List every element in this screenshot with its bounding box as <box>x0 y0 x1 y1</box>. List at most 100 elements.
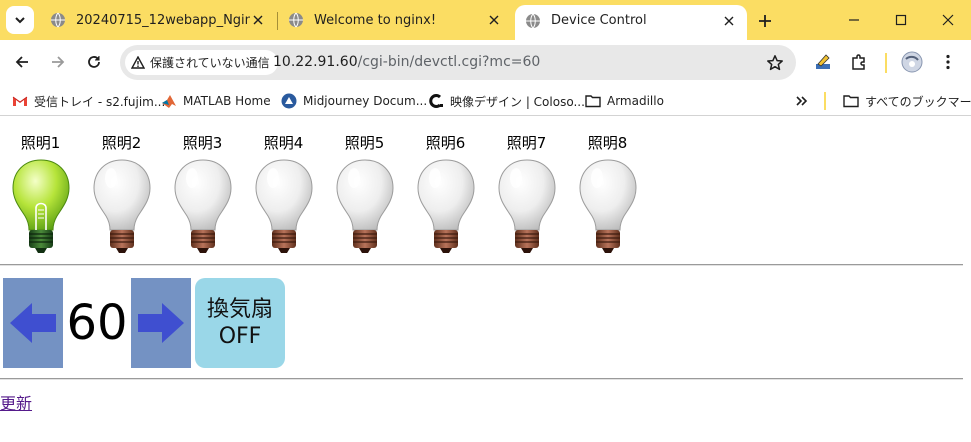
arrow-right-icon <box>138 303 184 343</box>
chevron-down-icon <box>15 17 25 24</box>
minimize-icon <box>849 19 859 21</box>
bookmark-label: 映像デザイン | Coloso... <box>450 94 585 109</box>
close-icon <box>942 14 954 26</box>
coloso-icon <box>428 93 444 109</box>
close-icon[interactable] <box>486 12 502 28</box>
counter-value: 60 <box>66 295 128 351</box>
maximize-button[interactable] <box>878 0 924 40</box>
bookmark-matlab[interactable]: MATLAB Home <box>161 92 271 110</box>
arrow-left-icon <box>15 56 28 68</box>
security-chip[interactable]: 保護されていない通信 <box>125 50 278 75</box>
lightbulb-off-icon[interactable] <box>496 158 558 256</box>
forward-button[interactable] <box>44 48 72 76</box>
lights-panel: 照明1 照明2 照明3 照明4 照明5 照明6 照明7 照明8 <box>0 122 971 262</box>
lightbulb-off-icon[interactable] <box>334 158 396 256</box>
arrow-right-icon <box>52 56 65 68</box>
minimize-button[interactable] <box>831 0 877 40</box>
lightbulb-off-icon[interactable] <box>577 158 639 256</box>
url-text[interactable]: 10.22.91.60/cgi-bin/devctl.cgi?mc=60 <box>273 54 540 70</box>
tab-title: Welcome to nginx! <box>314 12 437 28</box>
light-2[interactable]: 照明2 <box>81 122 162 262</box>
midjourney-icon <box>281 93 297 109</box>
url-host: 10.22.91.60 <box>273 54 358 70</box>
tab-title: 20240715_12webapp_Nginx <box>76 12 250 28</box>
arrow-left-icon <box>10 303 56 343</box>
profile-button[interactable] <box>899 49 925 75</box>
bookmark-label: MATLAB Home <box>183 94 271 108</box>
tab-strip: 20240715_12webapp_Nginx Welcome to nginx… <box>0 0 971 40</box>
lightbulb-off-icon[interactable] <box>91 158 153 256</box>
increment-button[interactable] <box>131 278 191 368</box>
back-button[interactable] <box>8 48 36 76</box>
lightbulb-on-icon[interactable] <box>10 158 72 256</box>
light-7[interactable]: 照明7 <box>486 122 567 262</box>
pencil-extension-icon <box>816 54 830 69</box>
matlab-icon <box>161 93 177 109</box>
folder-icon <box>843 93 859 109</box>
gmail-icon <box>12 93 28 109</box>
bookmark-star-button[interactable] <box>764 52 786 74</box>
light-label: 照明8 <box>587 134 628 152</box>
plus-icon <box>759 15 771 27</box>
light-label: 照明1 <box>20 134 61 152</box>
reload-button[interactable] <box>80 48 108 76</box>
new-tab-button[interactable] <box>752 8 778 34</box>
bookmarks-overflow-button[interactable] <box>795 92 809 110</box>
maximize-icon <box>895 14 907 26</box>
warning-icon <box>131 56 145 69</box>
toolbar-divider <box>885 53 887 73</box>
bookmark-label: Midjourney Docum... <box>303 94 428 108</box>
lightbulb-off-icon[interactable] <box>253 158 315 256</box>
tab-title: Device Control <box>551 13 647 28</box>
lightbulb-off-icon[interactable] <box>172 158 234 256</box>
light-label: 照明2 <box>101 134 142 152</box>
globe-icon <box>526 13 540 28</box>
tab-1[interactable]: Welcome to nginx! <box>278 6 512 34</box>
light-6[interactable]: 照明6 <box>405 122 486 262</box>
decrement-button[interactable] <box>3 278 63 368</box>
extension-button[interactable] <box>810 49 836 75</box>
light-label: 照明4 <box>263 134 304 152</box>
light-5[interactable]: 照明5 <box>324 122 405 262</box>
light-4[interactable]: 照明4 <box>243 122 324 262</box>
fan-label: 換気扇 <box>206 297 273 322</box>
folder-icon <box>585 93 601 109</box>
bookmark-label: すべてのブックマーク <box>865 94 971 109</box>
bookmark-folder-all[interactable]: すべてのブックマーク <box>843 92 971 110</box>
bookmark-gmail[interactable]: 受信トレイ - s2.fujim... <box>12 92 165 110</box>
divider <box>0 264 963 266</box>
light-3[interactable]: 照明3 <box>162 122 243 262</box>
light-label: 照明3 <box>182 134 223 152</box>
address-bar[interactable]: 保護されていない通信 10.22.91.60/cgi-bin/devctl.cg… <box>120 45 796 80</box>
globe-icon <box>289 12 303 28</box>
bookmark-label: Armadillo <box>607 94 664 108</box>
bookmark-coloso[interactable]: 映像デザイン | Coloso... <box>428 92 585 110</box>
tab-search-button[interactable] <box>6 6 34 34</box>
light-label: 照明7 <box>506 134 547 152</box>
browser-menu-button[interactable] <box>935 49 961 75</box>
bookmarks-divider <box>824 92 826 110</box>
extensions-menu-button[interactable] <box>846 49 872 75</box>
close-icon[interactable] <box>721 13 737 29</box>
chevron-double-right-icon <box>796 96 808 106</box>
fan-toggle-button[interactable]: 換気扇 OFF <box>195 278 285 368</box>
window-close-button[interactable] <box>925 0 971 40</box>
bookmark-midjourney[interactable]: Midjourney Docum... <box>281 92 427 110</box>
light-1[interactable]: 照明1 <box>0 122 81 262</box>
url-path: /cgi-bin/devctl.cgi?mc=60 <box>357 54 541 70</box>
light-8[interactable]: 照明8 <box>567 122 648 262</box>
close-icon[interactable] <box>250 12 266 28</box>
lightbulb-off-icon[interactable] <box>415 158 477 256</box>
puzzle-icon <box>852 54 865 70</box>
tab-0[interactable]: 20240715_12webapp_Nginx <box>40 6 276 34</box>
browser-toolbar: 保護されていない通信 10.22.91.60/cgi-bin/devctl.cg… <box>0 40 971 86</box>
reload-icon <box>88 56 100 68</box>
refresh-link[interactable]: 更新 <box>0 390 32 414</box>
avatar <box>901 51 923 73</box>
globe-icon <box>51 12 65 28</box>
bookmark-folder-armadillo[interactable]: Armadillo <box>585 92 664 110</box>
more-vertical-icon <box>946 54 950 70</box>
light-label: 照明5 <box>344 134 385 152</box>
tab-2-active[interactable]: Device Control <box>515 5 747 40</box>
bookmark-label: 受信トレイ - s2.fujim... <box>34 94 166 109</box>
